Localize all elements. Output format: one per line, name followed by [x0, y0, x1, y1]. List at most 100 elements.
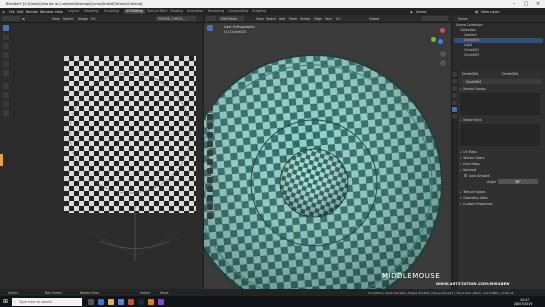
middlemouse-watermark: MIDDLEMOUSE: [382, 272, 441, 280]
vp-tool-knife-icon[interactable]: [207, 141, 213, 147]
vp-tool-edgeslide-icon[interactable]: [207, 177, 213, 183]
menu-render[interactable]: Render: [26, 10, 38, 14]
section-face-maps[interactable]: Face Maps: [460, 162, 538, 167]
vp-tool-shrink-icon[interactable]: [207, 186, 213, 192]
vp-tool-inset-icon[interactable]: [207, 114, 213, 120]
section-vertex-groups[interactable]: Vertex Groups: [460, 87, 538, 92]
vp-tool-rip-icon[interactable]: [207, 204, 213, 210]
section-vertex-colors[interactable]: Vertex Colors: [460, 156, 538, 161]
shape-keys-list[interactable]: [460, 124, 540, 146]
close-icon[interactable]: ×: [532, 0, 544, 8]
mesh-datablock-field[interactable]: Circle004: [462, 79, 542, 84]
editor-type-button[interactable]: [2, 16, 20, 21]
store-icon[interactable]: [118, 298, 124, 305]
uv-menu-view[interactable]: View: [52, 17, 60, 21]
maximize-icon[interactable]: □: [520, 0, 532, 8]
vp-tool-spin-icon[interactable]: [207, 159, 213, 165]
x-axis-icon[interactable]: [440, 28, 445, 33]
tab-material-icon[interactable]: [452, 114, 457, 119]
menu-window[interactable]: Window: [40, 10, 53, 14]
tab-layout[interactable]: Layout: [66, 9, 81, 14]
tab-modifier-icon[interactable]: [452, 100, 457, 105]
menu-edit[interactable]: Edit: [17, 10, 24, 14]
vp-tool-shear-icon[interactable]: [207, 195, 213, 201]
tool-transform-icon[interactable]: [3, 70, 9, 76]
tool-rotate-icon[interactable]: [3, 52, 9, 58]
vp-tool-transform-icon[interactable]: [207, 70, 213, 76]
section-custom-properties[interactable]: Custom Properties: [460, 202, 538, 207]
tab-object-icon[interactable]: [452, 93, 457, 98]
section-normals[interactable]: Normals: [460, 168, 538, 173]
tab-render-icon[interactable]: [452, 79, 457, 84]
tab-mesh-data-icon[interactable]: [452, 107, 457, 112]
tab-uv-editing[interactable]: UV Editing: [124, 9, 145, 14]
tool-annotate-icon[interactable]: [3, 83, 9, 89]
blender-taskbar-icon[interactable]: [148, 298, 154, 305]
tab-rendering[interactable]: Rendering: [206, 9, 226, 14]
scene-selector[interactable]: Scene: [416, 10, 426, 14]
uv-menu-uv[interactable]: UV: [91, 17, 96, 21]
vp-tool-sphere-icon[interactable]: [207, 213, 213, 219]
tab-texture-paint[interactable]: Texture Paint: [145, 9, 170, 14]
tab-output-icon[interactable]: [452, 86, 457, 91]
pan-icon[interactable]: [440, 60, 446, 66]
navigation-gizmo[interactable]: [426, 25, 448, 47]
y-axis-icon[interactable]: [431, 37, 436, 42]
section-shape-keys[interactable]: Shape Keys: [460, 118, 538, 123]
tab-modeling[interactable]: Modeling: [82, 9, 101, 14]
uv-menu-select[interactable]: Select: [63, 17, 73, 21]
uv-menu-image[interactable]: Image: [78, 17, 88, 21]
vp-tool-annotate-icon[interactable]: [207, 83, 213, 89]
vp-tool-scale-icon[interactable]: [207, 61, 213, 67]
vp-tool-bevel-icon[interactable]: [207, 123, 213, 129]
view-layer-selector[interactable]: View Layer: [481, 10, 500, 14]
section-geometry-data[interactable]: Geometry Data: [460, 196, 538, 201]
steam-icon[interactable]: [138, 298, 144, 305]
tool-scale-icon[interactable]: [3, 61, 9, 67]
3d-viewport[interactable]: Edit Mode View Select Add Mesh Vertex Ed…: [204, 15, 451, 289]
tab-animation[interactable]: Animation: [185, 9, 205, 14]
menu-help[interactable]: Help: [55, 10, 63, 14]
vp-tool-polybuild-icon[interactable]: [207, 150, 213, 156]
outliner-row[interactable]: Circle003: [454, 53, 543, 58]
tool-move-icon[interactable]: [3, 43, 9, 49]
shield-model[interactable]: [204, 15, 451, 289]
vertex-groups-list[interactable]: [460, 93, 540, 115]
auto-smooth-checkbox[interactable]: [464, 174, 467, 177]
section-texture-space[interactable]: Texture Space: [460, 190, 538, 195]
taskbar-search-box[interactable]: ⌕ Type here to search: [12, 297, 82, 306]
tool-select-icon[interactable]: [3, 25, 9, 31]
task-view-icon[interactable]: [88, 298, 94, 305]
minimize-icon[interactable]: –: [508, 0, 520, 8]
menu-file[interactable]: File: [9, 10, 15, 14]
edge-icon[interactable]: [98, 298, 104, 305]
vp-tool-cursor-icon[interactable]: [207, 34, 213, 40]
vp-tool-smooth-icon[interactable]: [207, 168, 213, 174]
zoom-icon[interactable]: [440, 51, 446, 57]
vp-tool-move-icon[interactable]: [207, 43, 213, 49]
tab-scripting[interactable]: Scripting: [250, 9, 268, 14]
outliner-scene-label: Scene: [458, 16, 468, 21]
tab-shading[interactable]: Shading: [168, 9, 185, 14]
vp-tool-rotate-icon[interactable]: [207, 52, 213, 58]
tool-cursor-icon[interactable]: [3, 34, 9, 40]
tool-grab-icon[interactable]: [3, 92, 9, 98]
vp-tool-select-icon[interactable]: [207, 25, 213, 31]
file-explorer-icon[interactable]: [108, 298, 114, 305]
uv-islands-overlay[interactable]: [60, 51, 203, 281]
tool-relax-icon[interactable]: [3, 101, 9, 107]
vp-tool-extrude-icon[interactable]: [207, 105, 213, 111]
tool-pinch-icon[interactable]: [3, 110, 9, 116]
tab-tool-icon[interactable]: [452, 72, 457, 77]
section-uv-maps[interactable]: UV Maps: [460, 150, 538, 155]
tab-compositing[interactable]: Compositing: [226, 9, 250, 14]
blender-logo-icon[interactable]: ◉: [2, 10, 5, 14]
z-axis-icon[interactable]: [438, 39, 443, 44]
windows-start-icon[interactable]: ⊞: [3, 298, 8, 305]
office-icon[interactable]: [128, 298, 134, 305]
app-icon[interactable]: [158, 298, 164, 305]
vp-tool-loopcut-icon[interactable]: [207, 132, 213, 138]
vp-tool-measure-icon[interactable]: [207, 92, 213, 98]
tab-sculpting[interactable]: Sculpting: [102, 9, 121, 14]
angle-field[interactable]: 30°: [498, 179, 538, 184]
